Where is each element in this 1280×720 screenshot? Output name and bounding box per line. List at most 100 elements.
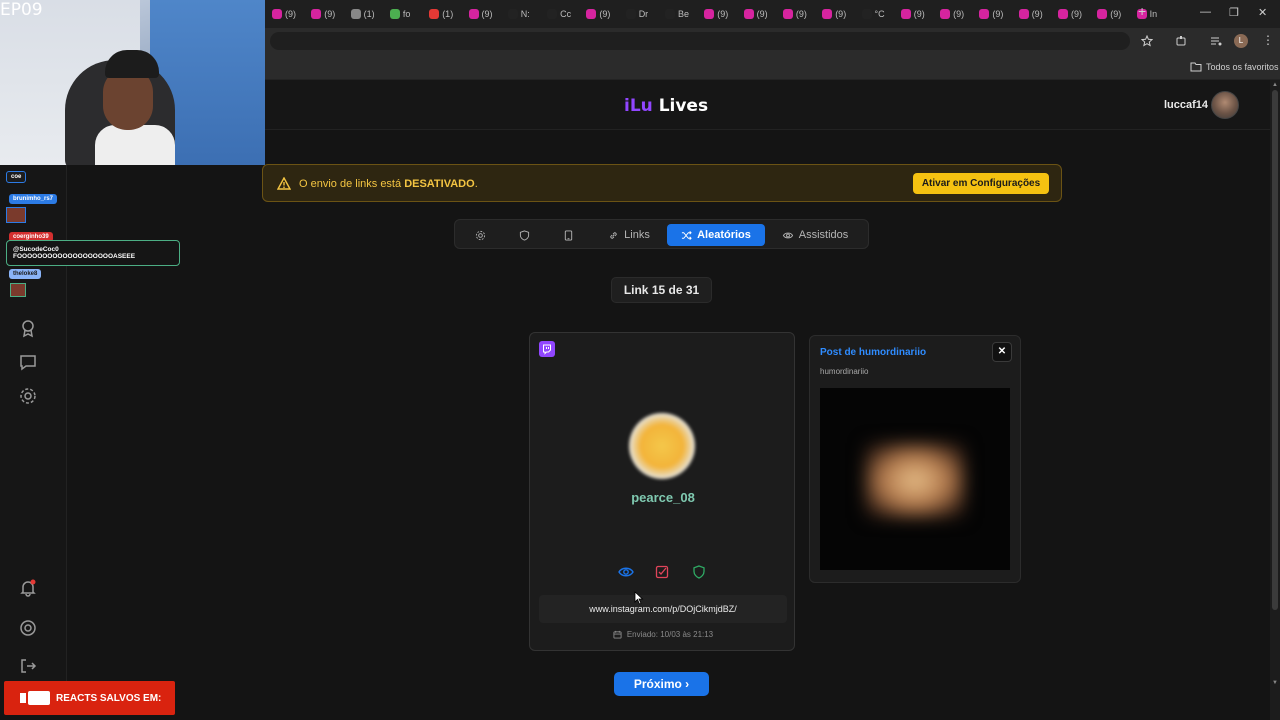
browser-tab[interactable]: (9): [704, 6, 742, 22]
scrollbar-thumb[interactable]: [1272, 90, 1278, 610]
browser-tab[interactable]: N:: [507, 6, 546, 22]
calendar-icon: [613, 630, 622, 639]
browser-tab[interactable]: (9): [272, 6, 310, 22]
browser-tab[interactable]: (9): [940, 6, 978, 22]
browser-tab[interactable]: fo: [389, 6, 428, 22]
award-icon[interactable]: [18, 318, 38, 338]
tab-title: (1): [363, 9, 375, 19]
logout-icon[interactable]: [18, 656, 38, 676]
episode-label: EP09: [0, 0, 43, 20]
view-eye-icon[interactable]: [618, 565, 634, 579]
tab-favicon-icon: [625, 9, 636, 19]
browser-tab[interactable]: Be: [665, 6, 703, 22]
sent-info: Enviado: 10/03 às 21:13: [530, 630, 796, 639]
site-logo[interactable]: iLu Lives: [624, 96, 708, 116]
activate-settings-button[interactable]: Ativar em Configurações: [913, 173, 1049, 194]
tab-favicon-icon: [311, 9, 322, 19]
tab-links-label: Links: [624, 229, 650, 241]
tab-title: fo: [402, 9, 411, 19]
tab-device[interactable]: [557, 224, 579, 246]
scroll-up-icon[interactable]: ▲: [1272, 82, 1278, 88]
preview-title[interactable]: Post de humordinariio: [820, 347, 926, 358]
close-window-button[interactable]: ✕: [1258, 6, 1267, 19]
twitch-badge: [539, 341, 555, 357]
banner-text-prefix: O envio de links está: [299, 178, 402, 190]
next-button[interactable]: Próximo ›: [614, 672, 709, 696]
tab-favicon-icon: [586, 9, 597, 19]
profile-avatar[interactable]: L: [1234, 34, 1248, 48]
chat-message: @SucodeCoc0 FOOOOOOOOOOOOOOOOOOOASEEE: [6, 240, 180, 266]
shuffle-icon: [682, 230, 692, 240]
help-icon[interactable]: [18, 618, 38, 638]
tab-watched[interactable]: Assistidos: [775, 224, 855, 246]
url-field[interactable]: [270, 32, 1130, 50]
shirt: [95, 125, 175, 165]
media-control-icon[interactable]: [1210, 35, 1222, 47]
username-label[interactable]: luccaf14: [1164, 99, 1208, 111]
star-icon[interactable]: [1141, 35, 1153, 47]
preview-image[interactable]: [820, 388, 1010, 570]
browser-tab[interactable]: (9): [1058, 6, 1096, 22]
tab-random[interactable]: Aleatórios: [667, 224, 765, 246]
tab-links[interactable]: Links: [601, 224, 657, 246]
chat-avatar: [10, 283, 26, 297]
tab-favicon-icon: [940, 9, 951, 19]
tab-title: (9): [913, 9, 925, 19]
bell-icon[interactable]: [18, 578, 38, 598]
webcam-overlay: EP09: [0, 0, 265, 165]
chat-name: coe: [6, 171, 27, 183]
tab-title: (9): [481, 9, 493, 19]
browser-tab[interactable]: (9): [1018, 6, 1057, 22]
tab-favicon-icon: [1058, 9, 1068, 19]
reacts-logo-icon: [20, 691, 50, 705]
browser-tab[interactable]: (1): [350, 6, 389, 22]
sender-username: pearce_08: [631, 490, 695, 505]
browser-tab[interactable]: (1): [429, 6, 467, 22]
browser-tab[interactable]: (9): [900, 6, 939, 22]
settings-icon[interactable]: [18, 386, 38, 406]
minimize-button[interactable]: —: [1200, 6, 1211, 18]
blurred-thumbnail: [865, 443, 965, 518]
browser-tab[interactable]: (9): [979, 6, 1017, 22]
tab-favicon-icon: [507, 9, 518, 19]
browser-menu-icon[interactable]: ⋮: [1262, 33, 1274, 47]
tab-title: Cc: [560, 9, 572, 19]
banner-text-suffix: .: [474, 178, 478, 190]
browser-tab[interactable]: Dr: [625, 6, 664, 22]
browser-tab[interactable]: (9): [311, 6, 349, 22]
link-url[interactable]: www.instagram.com/p/DOjCikmjdBZ/: [539, 595, 787, 623]
new-tab-button[interactable]: +: [1138, 3, 1146, 19]
tab-title: (9): [1071, 9, 1082, 19]
post-preview-panel: Post de humordinariio humordinariio ✕: [809, 335, 1021, 583]
gear-icon: [475, 230, 485, 240]
browser-tab[interactable]: (9): [468, 6, 507, 22]
tab-favicon-icon: [272, 9, 282, 19]
tab-favicon-icon: [468, 9, 479, 19]
tab-favicon-icon: [743, 9, 754, 19]
tab-settings[interactable]: [469, 224, 491, 246]
user-avatar[interactable]: [1211, 91, 1239, 119]
mark-reviewed-icon[interactable]: [655, 565, 669, 579]
scroll-down-icon[interactable]: ▼: [1272, 680, 1278, 686]
restore-button[interactable]: ❐: [1229, 6, 1239, 19]
all-bookmarks-link[interactable]: Todos os favoritos: [1206, 62, 1279, 72]
reacts-label: REACTS SALVOS EM:: [56, 692, 162, 704]
browser-tab[interactable]: (9): [782, 6, 821, 22]
tab-title: (9): [835, 9, 847, 19]
tab-moderation[interactable]: [513, 224, 535, 246]
browser-tab[interactable]: (9): [586, 6, 624, 22]
extensions-icon[interactable]: [1175, 35, 1187, 47]
browser-tab[interactable]: (9): [1097, 6, 1135, 22]
tab-favicon-icon: [389, 9, 400, 19]
browser-tab[interactable]: Cc: [547, 6, 585, 22]
links-disabled-banner: O envio de links está DESATIVADO. Ativar…: [262, 164, 1062, 202]
logo-text: Lives: [658, 96, 709, 116]
close-icon[interactable]: ✕: [992, 342, 1012, 362]
link-counter: Link 15 de 31: [611, 277, 712, 303]
chat-icon[interactable]: [18, 352, 38, 372]
browser-tab[interactable]: °C: [861, 6, 900, 22]
shield-check-icon[interactable]: [692, 565, 706, 579]
browser-tab[interactable]: (9): [822, 6, 860, 22]
browser-tab[interactable]: (9): [743, 6, 782, 22]
page-scrollbar[interactable]: ▲ ▼: [1270, 80, 1280, 720]
